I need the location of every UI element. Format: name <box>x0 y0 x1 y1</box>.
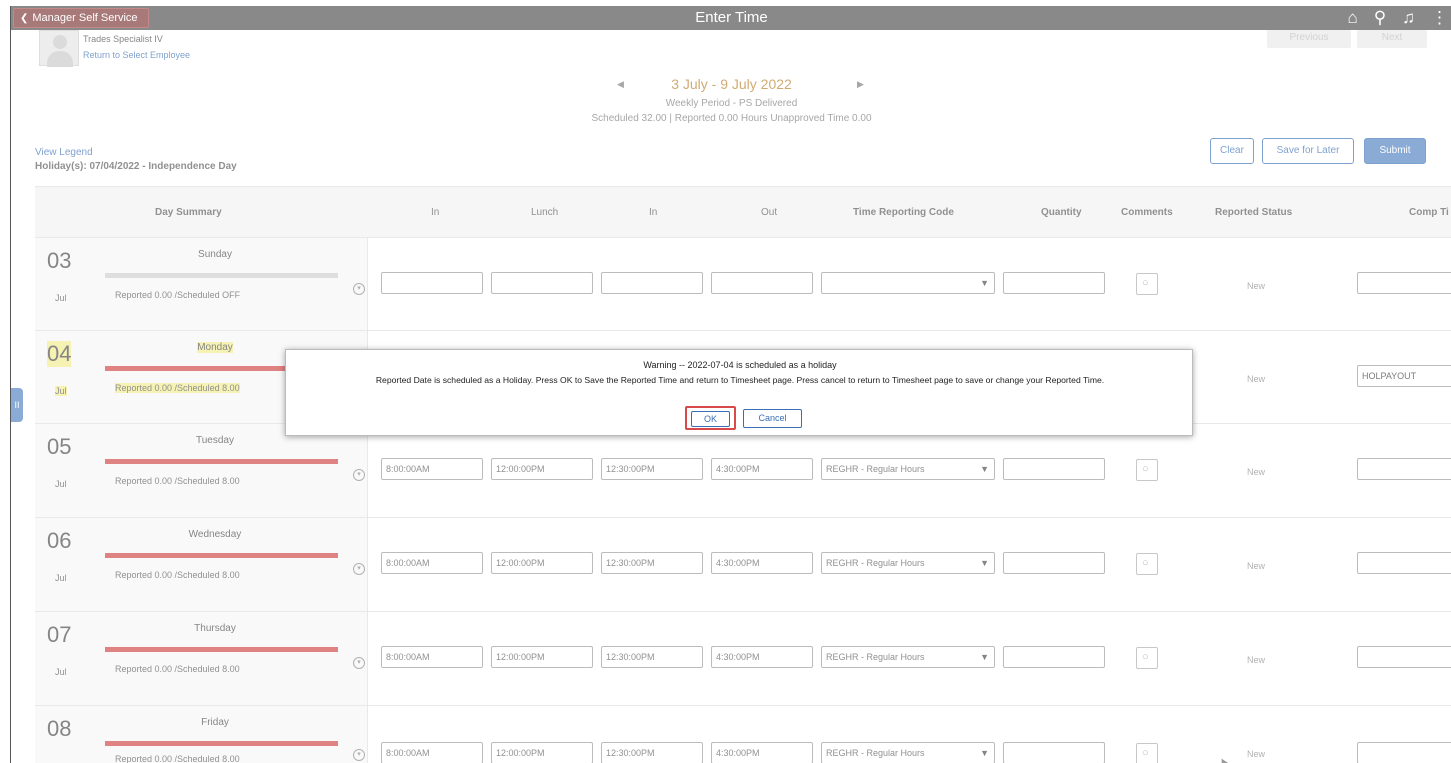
ok-button-highlight: OK <box>685 406 736 430</box>
ok-button[interactable]: OK <box>691 411 730 427</box>
cancel-button[interactable]: Cancel <box>743 409 802 428</box>
app-frame: ❮ Manager Self Service Enter Time ⌂ ⚲ ♫ ⋮… <box>10 6 1451 763</box>
warning-title: Warning -- 2022-07-04 is scheduled as a … <box>643 360 837 370</box>
warning-dialog: Warning -- 2022-07-04 is scheduled as a … <box>285 349 1193 436</box>
warning-message: Reported Date is scheduled as a Holiday.… <box>375 375 1105 385</box>
